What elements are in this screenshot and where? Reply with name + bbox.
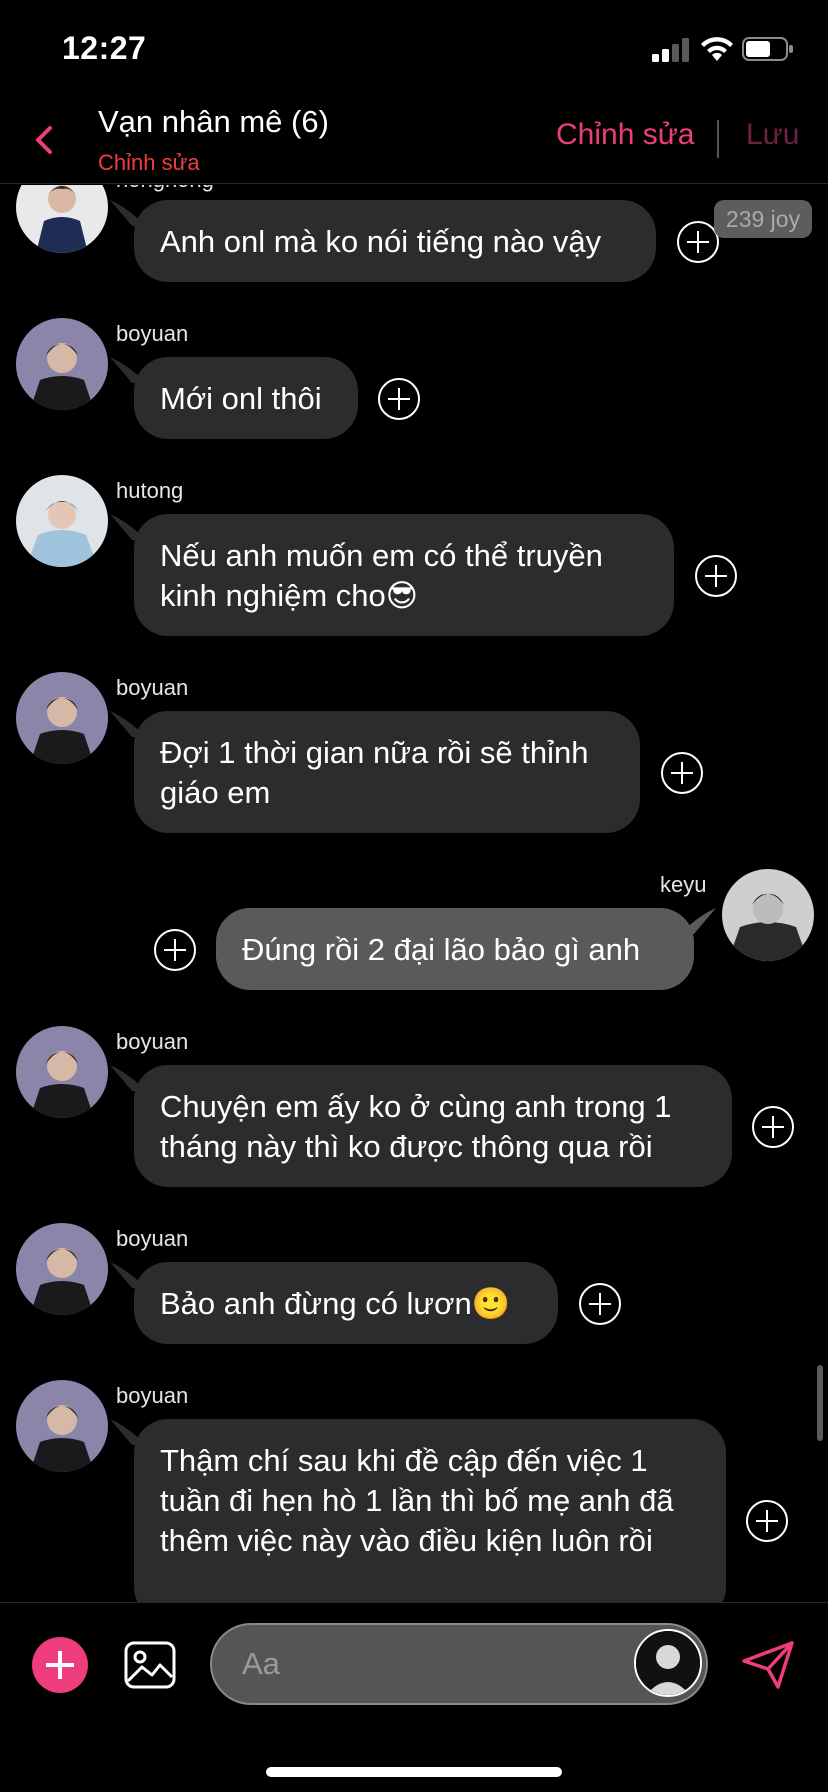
add-reaction-button[interactable] xyxy=(746,1500,788,1542)
message-input[interactable] xyxy=(242,1625,602,1703)
send-icon[interactable] xyxy=(740,1639,796,1691)
status-time: 12:27 xyxy=(62,30,147,66)
message-bubble[interactable]: Đợi 1 thời gian nữa rồi sẽ thỉnh giáo em xyxy=(134,711,640,833)
message-bubble-self[interactable]: Đúng rồi 2 đại lão bảo gì anh xyxy=(216,908,694,990)
chat-screen: 12:27 Vạn nhân mê (6) Chỉnh sửa Chỉnh sử… xyxy=(0,0,828,1792)
avatar[interactable] xyxy=(722,869,814,961)
home-indicator xyxy=(266,1767,562,1777)
avatar[interactable] xyxy=(16,1026,108,1118)
avatar[interactable] xyxy=(16,475,108,567)
sender-name: keyu xyxy=(660,872,707,897)
sender-name: hongnong xyxy=(116,185,214,193)
add-button[interactable] xyxy=(32,1637,88,1693)
save-button[interactable]: Lưu xyxy=(746,118,799,152)
wifi-icon xyxy=(701,37,733,61)
message-bubble[interactable]: Bảo anh đừng có lươn🙂 xyxy=(134,1262,558,1344)
signal-icon xyxy=(652,38,689,62)
add-reaction-button[interactable] xyxy=(695,555,737,597)
sender-name: boyuan xyxy=(116,1226,189,1251)
avatar-icon[interactable] xyxy=(634,1629,702,1697)
message-input-wrapper[interactable] xyxy=(210,1623,708,1705)
message-bubble[interactable]: Thậm chí sau khi đề cập đến việc 1 tuần … xyxy=(134,1419,726,1602)
sender-name: boyuan xyxy=(116,1029,189,1054)
message-bubble[interactable]: Nếu anh muốn em có thể truyền kinh nghiệ… xyxy=(134,514,674,636)
message-composer xyxy=(0,1602,828,1792)
image-icon[interactable] xyxy=(124,1641,176,1689)
add-reaction-button[interactable] xyxy=(752,1106,794,1148)
sender-name: boyuan xyxy=(116,321,189,346)
sender-name: boyuan xyxy=(116,675,189,700)
add-reaction-button[interactable] xyxy=(378,378,420,420)
message-bubble[interactable]: Mới onl thôi xyxy=(134,357,358,439)
chat-header: Vạn nhân mê (6) Chỉnh sửa Chỉnh sửa Lưu xyxy=(0,96,828,184)
battery-icon xyxy=(742,37,793,61)
edit-button[interactable]: Chỉnh sửa xyxy=(556,118,695,152)
avatar[interactable] xyxy=(16,318,108,410)
message-list[interactable]: hongnong Anh onl mà ko nói tiếng nào vậy… xyxy=(0,185,828,1602)
add-reaction-button[interactable] xyxy=(579,1283,621,1325)
joy-badge: 239 joy xyxy=(714,200,812,238)
scrollbar[interactable] xyxy=(817,1365,823,1441)
chat-subtitle[interactable]: Chỉnh sửa xyxy=(98,150,200,176)
header-divider xyxy=(717,120,719,158)
add-reaction-button[interactable] xyxy=(154,929,196,971)
message-bubble[interactable]: Chuyện em ấy ko ở cùng anh trong 1 tháng… xyxy=(134,1065,732,1187)
chat-title: Vạn nhân mê (6) xyxy=(98,104,329,139)
add-reaction-button[interactable] xyxy=(677,221,719,263)
avatar[interactable] xyxy=(16,672,108,764)
avatar[interactable] xyxy=(16,185,108,253)
sender-name: boyuan xyxy=(116,1383,189,1408)
back-chevron-icon[interactable] xyxy=(28,120,62,160)
sender-name: hutong xyxy=(116,478,184,503)
message-bubble[interactable]: Anh onl mà ko nói tiếng nào vậy xyxy=(134,200,656,282)
add-reaction-button[interactable] xyxy=(661,752,703,794)
avatar[interactable] xyxy=(16,1380,108,1472)
avatar[interactable] xyxy=(16,1223,108,1315)
